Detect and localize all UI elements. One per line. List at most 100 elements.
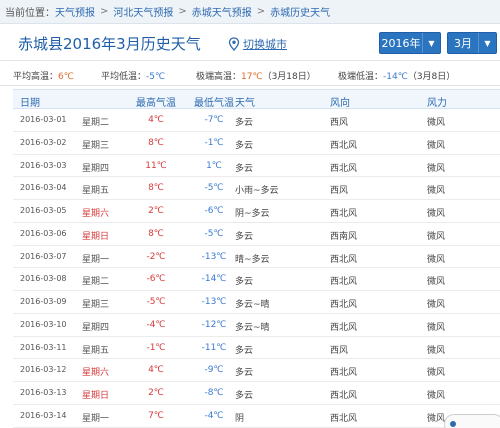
year-select[interactable]: 2016年 ▼ <box>379 32 441 54</box>
switch-city-link[interactable]: 切换城市 <box>228 36 287 52</box>
table-row: 2016-03-07 星期一 -2℃ -13℃ 晴~多云 西北风 微风 <box>13 246 500 269</box>
cell-weekday: 星期四 <box>82 163 110 174</box>
page-title: 赤城县2016年3月历史天气 <box>18 35 201 53</box>
cell-date: 2016-03-08 <box>20 274 67 284</box>
cell-date: 2016-03-03 <box>20 160 67 170</box>
cell-low-temp: -6℃ <box>204 206 224 216</box>
cell-high-temp: -4℃ <box>146 319 166 330</box>
cell-low-temp: -14℃ <box>201 274 227 285</box>
cell-wind-power: 微风 <box>427 231 446 242</box>
table-row: 2016-03-03 星期四 11℃ 1℃ 多云 西北风 微风 <box>13 155 500 178</box>
table-row: 2016-03-10 星期四 -4℃ -12℃ 多云~晴 西北风 微风 <box>13 314 500 337</box>
cell-wind-power: 微风 <box>427 254 446 265</box>
cell-weather: 晴~多云 <box>235 254 270 265</box>
max-high-date: （3月18日） <box>262 72 316 82</box>
cell-wind-direction: 西风 <box>330 118 349 128</box>
cell-high-temp: 2℃ <box>148 206 164 216</box>
month-select[interactable]: 3月 ▼ <box>447 32 497 54</box>
caret-down-icon: ▼ <box>478 33 496 53</box>
breadcrumb-prefix: 当前位置： <box>5 8 55 19</box>
header-wind-power: 风力 <box>427 98 447 109</box>
header-high-temp: 最高气温 <box>136 98 176 109</box>
cell-wind-power: 微风 <box>427 391 446 401</box>
table-row: 2016-03-09 星期三 -5℃ -13℃ 多云~晴 西北风 微风 <box>13 291 500 314</box>
cell-high-temp: -2℃ <box>146 251 166 262</box>
cell-weekday: 星期一 <box>82 413 110 424</box>
cell-weather: 多云 <box>235 140 254 151</box>
cell-date: 2016-03-02 <box>20 137 67 147</box>
breadcrumb-link-weather[interactable]: 天气预报 <box>55 4 95 19</box>
table-row: 2016-03-06 星期日 8℃ -5℃ 多云 西南风 微风 <box>13 223 500 246</box>
month-select-value: 3月 <box>454 37 472 50</box>
table-row: 2016-03-12 星期六 4℃ -9℃ 多云 西北风 微风 <box>13 359 500 382</box>
cell-wind-power: 微风 <box>427 368 446 379</box>
cell-date: 2016-03-11 <box>20 342 67 352</box>
avg-low-label: 平均低温： <box>101 72 147 82</box>
header-low-temp: 最低气温 <box>194 98 234 109</box>
cell-weather: 多云 <box>235 391 254 401</box>
cell-high-temp: 7℃ <box>148 410 164 421</box>
table-header: 日期 最高气温 最低气温 天气 风向 风力 <box>13 89 500 109</box>
cell-wind-direction: 西北风 <box>330 140 358 151</box>
cell-weekday: 星期一 <box>82 254 110 265</box>
cell-weather: 阴~多云 <box>235 209 270 219</box>
switch-city-label: 切换城市 <box>243 38 287 51</box>
cell-weekday: 星期四 <box>82 322 110 333</box>
cell-low-temp: 1℃ <box>206 160 222 171</box>
cell-low-temp: -9℃ <box>204 365 224 376</box>
cell-high-temp: 4℃ <box>148 115 164 125</box>
history-weather-table: 日期 最高气温 最低气温 天气 风向 风力 2016-03-01 星期二 4℃ -7℃… <box>13 89 500 428</box>
min-low-label: 极端低温： <box>338 72 384 82</box>
cell-low-temp: -13℃ <box>201 297 227 307</box>
cell-low-temp: -12℃ <box>201 319 227 330</box>
cell-weekday: 星期五 <box>82 345 110 356</box>
cell-wind-direction: 西北风 <box>330 368 358 379</box>
cell-wind-power: 微风 <box>427 277 446 288</box>
table-row: 2016-03-02 星期三 8℃ -1℃ 多云 西北风 微风 <box>13 132 500 155</box>
min-low-stat: 极端低温：-14℃（3月8日） <box>338 69 455 82</box>
floating-widget[interactable] <box>444 414 500 428</box>
cell-high-temp: 11℃ <box>145 160 167 171</box>
cell-wind-direction: 西北风 <box>330 163 358 174</box>
avg-low-stat: 平均低温：-5℃ <box>101 69 165 82</box>
table-row: 2016-03-13 星期日 2℃ -8℃ 多云 西北风 微风 <box>13 382 500 405</box>
cell-wind-direction: 西南风 <box>330 231 358 242</box>
breadcrumb-link-history[interactable]: 赤城历史天气 <box>270 4 330 19</box>
cell-weekday: 星期日 <box>82 231 110 242</box>
cell-high-temp: -5℃ <box>146 297 166 307</box>
page-header: 赤城县2016年3月历史天气 切换城市 2016年 ▼ 3月 ▼ <box>0 24 500 61</box>
cell-high-temp: -6℃ <box>146 274 166 285</box>
breadcrumb-link-chicheng[interactable]: 赤城天气预报 <box>192 4 252 19</box>
cell-wind-direction: 西北风 <box>330 391 358 401</box>
caret-down-icon: ▼ <box>422 33 440 53</box>
cell-weather: 多云~晴 <box>235 322 270 333</box>
cell-wind-power: 微风 <box>427 163 446 174</box>
table-row: 2016-03-05 星期六 2℃ -6℃ 阴~多云 西北风 微风 <box>13 200 500 223</box>
cell-wind-power: 微风 <box>427 186 446 197</box>
cell-date: 2016-03-12 <box>20 365 67 375</box>
cell-low-temp: -1℃ <box>204 137 224 148</box>
cell-wind-direction: 西北风 <box>330 254 358 265</box>
cell-wind-power: 微风 <box>427 118 446 128</box>
cell-wind-direction: 西北风 <box>330 322 358 333</box>
cell-weather: 多云 <box>235 345 254 356</box>
header-wind-direction: 风向 <box>330 98 350 109</box>
cell-high-temp: 8℃ <box>148 183 164 194</box>
cell-weather: 多云 <box>235 368 254 379</box>
cell-weekday: 星期二 <box>82 277 110 288</box>
cell-high-temp: 4℃ <box>148 365 164 376</box>
breadcrumb-link-hebei[interactable]: 河北天气预报 <box>113 4 173 19</box>
cell-low-temp: -5℃ <box>204 183 224 194</box>
cell-date: 2016-03-13 <box>20 388 67 397</box>
breadcrumb-separator: > <box>256 6 266 17</box>
cell-wind-direction: 西北风 <box>330 277 358 288</box>
avg-low-value: -5℃ <box>146 72 166 82</box>
cell-high-temp: 8℃ <box>148 137 164 148</box>
cell-weekday: 星期三 <box>82 140 110 151</box>
min-low-value: -14℃ <box>383 72 408 82</box>
cell-weather: 多云~晴 <box>235 300 270 310</box>
cell-weather: 多云 <box>235 163 254 174</box>
cell-high-temp: 2℃ <box>148 388 164 398</box>
map-pin-icon <box>228 37 240 51</box>
cell-date: 2016-03-10 <box>20 319 67 329</box>
